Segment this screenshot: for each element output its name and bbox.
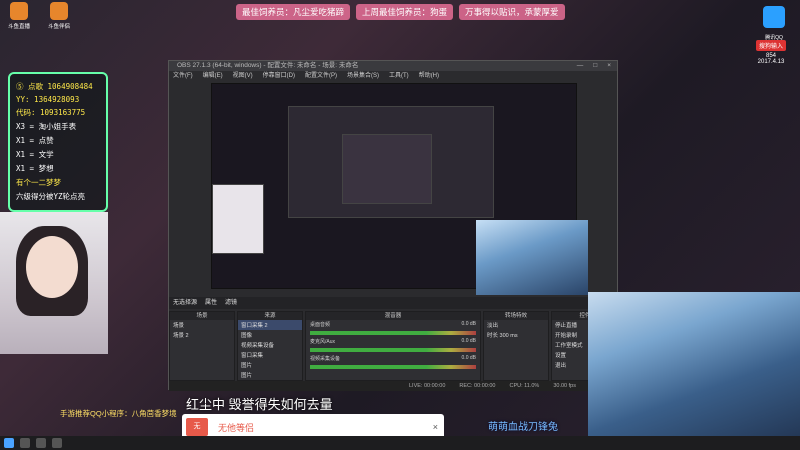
info-line: X1 = 文学 xyxy=(16,150,54,159)
webcam-feed xyxy=(0,212,108,354)
clock-date: 2017.4.13 xyxy=(757,59,785,65)
taskbar-app-icon[interactable] xyxy=(20,438,30,448)
obs-titlebar[interactable]: OBS 27.1.3 (64-bit, windows) - 配置文件: 未命名… xyxy=(169,61,617,71)
anime-art-small xyxy=(476,220,588,295)
source-item[interactable]: 图片 xyxy=(238,370,302,380)
anime-caption: 萌萌血战刀锋兔 xyxy=(488,422,558,433)
minimize-button[interactable]: — xyxy=(577,61,584,71)
transition-type[interactable]: 淡出 xyxy=(484,320,548,330)
volume-meter[interactable] xyxy=(310,348,476,352)
info-line: 六级得分被YZ轮点亮 xyxy=(16,192,86,201)
fps: 30.00 fps xyxy=(553,383,576,389)
obs-menubar: 文件(F) 编辑(E) 视图(V) 停靠窗口(D) 配置文件(P) 场景集合(S… xyxy=(169,71,617,81)
close-icon[interactable]: × xyxy=(433,422,438,432)
desktop-icon[interactable]: 斗鱼伴侣 xyxy=(44,2,74,40)
sources-dock: 来源 窗口采集 2 图像 视频采集设备 窗口采集 图片 图片 xyxy=(237,311,303,381)
banner-item: 最佳饲养员：凡尘爱吃猪蹄 xyxy=(236,4,351,20)
taskbar xyxy=(0,436,800,450)
info-line: X1 = 点赞 xyxy=(16,136,54,145)
obs-docks: 场景 场景 场景 2 来源 窗口采集 2 图像 视频采集设备 窗口采集 图片 图… xyxy=(169,311,619,381)
transitions-title: 转场特效 xyxy=(484,312,548,320)
transitions-dock: 转场特效 淡出 时长 300 ms xyxy=(483,311,549,381)
desktop-icon[interactable]: 斗鱼直播 xyxy=(4,2,34,40)
info-line: X3 = 淘小姐手表 xyxy=(16,122,77,131)
source-item[interactable]: 图片 xyxy=(238,360,302,370)
mixer-track: 麦克风/Aux 0.0 dB xyxy=(310,338,476,345)
taskbar-app-icon[interactable] xyxy=(52,438,62,448)
close-button[interactable]: × xyxy=(607,61,611,71)
source-item[interactable]: 视频采集设备 xyxy=(238,340,302,350)
source-item[interactable]: 窗口采集 xyxy=(238,350,302,360)
sources-title: 来源 xyxy=(238,312,302,320)
mixer-track: 视频采集设备 0.0 dB xyxy=(310,355,476,362)
footer-note: 手游推荐QQ小程序：八角茴香梦境 xyxy=(60,409,177,418)
banner-item: 万事得以贴识，承蒙厚爱 xyxy=(459,4,565,20)
no-source-label: 无选择源 xyxy=(173,300,198,306)
mixer-dock: 混音器 桌面音频 0.0 dB 麦克风/Aux 0.0 dB 视频采集设备 0.0 d… xyxy=(305,311,481,381)
info-line: YY: 1364928093 xyxy=(16,95,80,104)
menu-view[interactable]: 视图(V) xyxy=(233,71,253,81)
live-time: LIVE: 00:00:00 xyxy=(409,383,446,389)
start-icon[interactable] xyxy=(4,438,14,448)
properties-button[interactable]: 属性 xyxy=(205,297,217,309)
rec-time: REC: 00:00:00 xyxy=(459,383,496,389)
scenes-title: 场景 xyxy=(170,312,234,320)
menu-file[interactable]: 文件(F) xyxy=(173,71,193,81)
maximize-button[interactable]: □ xyxy=(593,61,597,71)
volume-meter[interactable] xyxy=(310,331,476,335)
comment-logo: 无 xyxy=(186,418,208,436)
webcam-face xyxy=(26,236,78,298)
menu-docks[interactable]: 停靠窗口(D) xyxy=(263,71,295,81)
comment-text: 无他等侣 xyxy=(218,422,255,433)
mixer-track: 桌面音频 0.0 dB xyxy=(310,321,476,328)
transition-duration[interactable]: 时长 300 ms xyxy=(484,330,548,340)
scene-item[interactable]: 场景 xyxy=(170,320,234,330)
taskbar-app-icon[interactable] xyxy=(36,438,46,448)
menu-profile[interactable]: 配置文件(P) xyxy=(305,71,337,81)
mixer-title: 混音器 xyxy=(306,312,480,320)
filters-button[interactable]: 滤镜 xyxy=(225,297,237,309)
info-panel: ⑤ 点歌 1064908484 YY: 1364928093 代码: 10931… xyxy=(8,72,108,212)
info-line: X1 = 梦想 xyxy=(16,164,54,173)
top-banner: 最佳饲养员：凡尘爱吃猪蹄 上周最佳饲养员：狗蛋 万事得以贴识，承蒙厚爱 xyxy=(236,4,565,20)
info-line: 有个一二梦梦 xyxy=(16,178,61,187)
anime-art xyxy=(588,292,800,450)
menu-tools[interactable]: 工具(T) xyxy=(389,71,409,81)
scenes-dock: 场景 场景 场景 2 xyxy=(169,311,235,381)
input-label: 搜狗输入 xyxy=(756,40,786,51)
source-toolbar: 无选择源 属性 滤镜 xyxy=(169,297,619,309)
menu-edit[interactable]: 编辑(E) xyxy=(203,71,223,81)
menu-scene-collection[interactable]: 场景集合(S) xyxy=(347,71,379,81)
source-item[interactable]: 图像 xyxy=(238,330,302,340)
banner-item: 上周最佳饲养员：狗蛋 xyxy=(356,4,454,20)
nested-preview xyxy=(342,134,432,204)
clock-widget: 搜狗输入 854 2017.4.13 xyxy=(756,40,786,65)
source-item[interactable]: 窗口采集 2 xyxy=(238,320,302,330)
cpu-usage: CPU: 11.0% xyxy=(509,383,540,389)
obs-status-bar: LIVE: 00:00:00 REC: 00:00:00 CPU: 11.0% … xyxy=(169,381,619,391)
right-desktop-icons: 腾讯QQ xyxy=(756,6,792,41)
info-line: 代码: 1093163775 xyxy=(16,108,86,117)
scene-item[interactable]: 场景 2 xyxy=(170,330,234,340)
volume-meter[interactable] xyxy=(310,365,476,369)
lyric-subtitle: 红尘中 毁誉得失如何去量 xyxy=(186,397,333,412)
info-line: ⑤ 点歌 1064908484 xyxy=(16,82,93,91)
qq-icon[interactable] xyxy=(763,6,785,28)
menu-help[interactable]: 帮助(H) xyxy=(419,71,439,81)
preview-webcam xyxy=(212,184,264,254)
obs-title: OBS 27.1.3 (64-bit, windows) - 配置文件: 未命名… xyxy=(177,62,359,69)
